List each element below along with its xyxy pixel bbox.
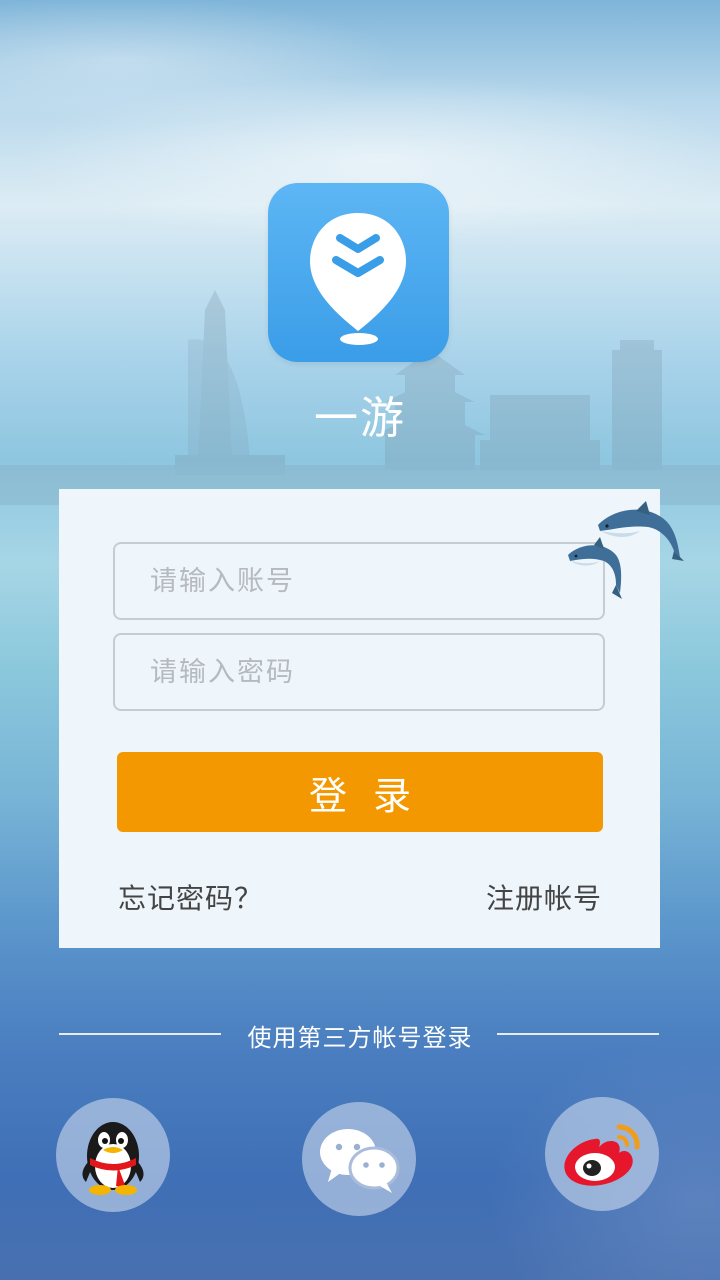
weibo-icon <box>564 1124 640 1186</box>
forgot-password-link[interactable]: 忘记密码？ <box>118 877 263 917</box>
wechat-icon <box>320 1129 400 1193</box>
app-logo <box>268 183 449 362</box>
wechat-login-button[interactable] <box>302 1102 416 1216</box>
account-input[interactable] <box>113 542 605 620</box>
weibo-login-button[interactable] <box>545 1097 659 1211</box>
location-pin-icon <box>310 213 406 345</box>
divider-line-right <box>497 1033 659 1035</box>
password-input[interactable] <box>113 633 605 711</box>
login-button[interactable]: 登录 <box>117 752 603 832</box>
dolphins-decoration <box>568 501 684 599</box>
qq-penguin-icon <box>82 1122 144 1195</box>
qq-login-button[interactable] <box>56 1098 170 1212</box>
register-link[interactable]: 注册帐号 <box>486 877 602 917</box>
third-party-login-title: 使用第三方帐号登录 <box>247 1024 473 1052</box>
app-title: 一游 <box>314 393 406 444</box>
